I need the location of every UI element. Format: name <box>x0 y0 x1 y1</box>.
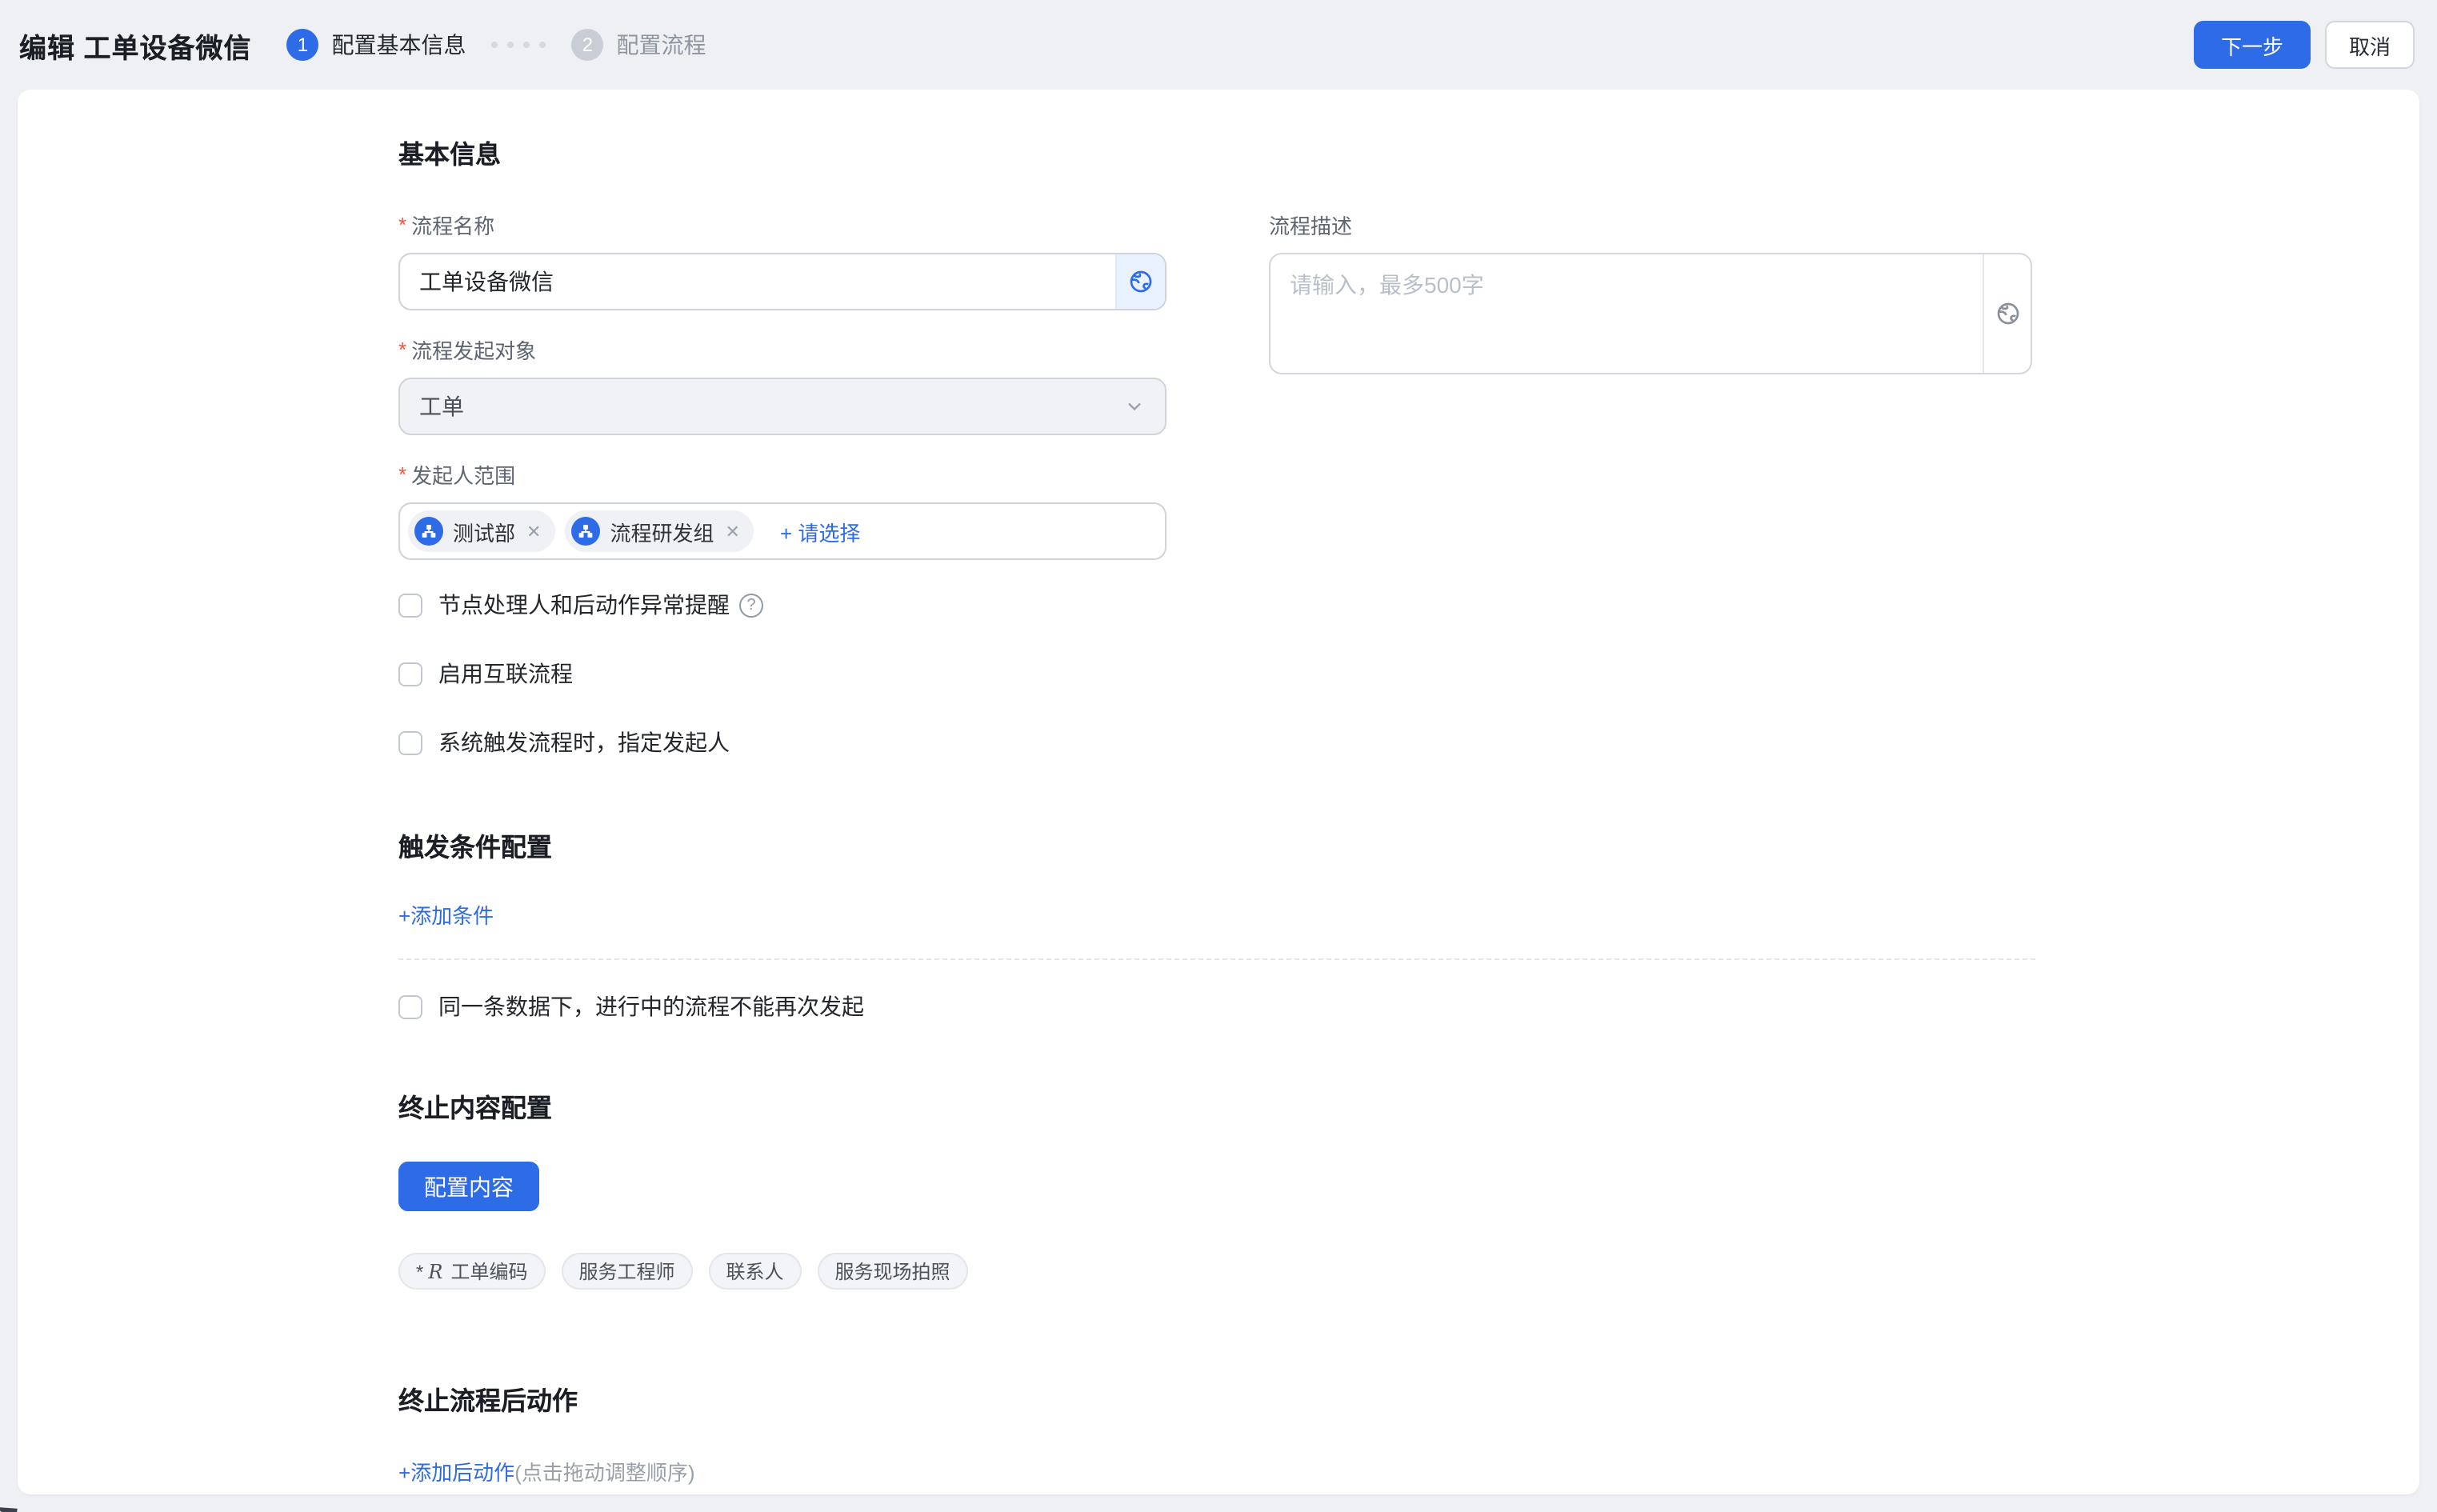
option-row: 同一条数据下，进行中的流程不能再次发起 <box>398 990 2035 1022</box>
initiator-object-select[interactable]: 工单 <box>398 378 1166 435</box>
process-name-field <box>398 253 1166 310</box>
section-title-post-actions: 终止流程后动作 <box>398 1379 2035 1418</box>
checkbox-no-duplicate-flow[interactable] <box>398 994 422 1018</box>
section-title-basic-info: 基本信息 <box>398 133 2035 171</box>
checkbox-exception-alert[interactable] <box>398 593 422 617</box>
step-1-label: 配置基本信息 <box>331 29 466 61</box>
process-description-label: 流程描述 <box>1269 210 2032 240</box>
required-mark: * <box>398 338 406 362</box>
step-1-circle: 1 <box>286 29 318 61</box>
option-label: 系统触发流程时，指定发起人 <box>438 726 730 758</box>
required-mark: * <box>398 213 406 237</box>
checkbox-system-trigger-initiator[interactable] <box>398 730 422 754</box>
dashed-divider <box>398 958 2035 960</box>
mouse-cursor <box>0 1498 23 1512</box>
option-row: 启用互联流程 <box>398 658 1166 690</box>
select-scope-link[interactable]: + 请选择 <box>780 516 860 546</box>
option-label: 节点处理人和后动作异常提醒 <box>438 589 730 621</box>
scope-tag: 流程研发组 ✕ <box>565 510 754 552</box>
option-row: 节点处理人和后动作异常提醒 ? <box>398 589 1166 621</box>
step-configure-flow[interactable]: 2 配置流程 <box>571 29 706 61</box>
process-description-field <box>1269 253 2032 374</box>
step-2-label: 配置流程 <box>616 29 706 61</box>
header-actions: 下一步 取消 <box>2194 21 2415 69</box>
top-header: 编辑 工单设备微信 1 配置基本信息 2 配置流程 下一步 取消 <box>0 0 2437 90</box>
remove-tag-icon[interactable]: ✕ <box>726 521 740 542</box>
translate-language-button[interactable] <box>1115 254 1165 309</box>
field-pill: 联系人 <box>709 1253 802 1290</box>
section-title-trigger-conditions: 触发条件配置 <box>398 826 2035 864</box>
step-basic-info[interactable]: 1 配置基本信息 <box>286 29 466 61</box>
scope-tag-name: 测试部 <box>453 516 515 546</box>
help-icon[interactable]: ? <box>739 593 763 617</box>
department-icon <box>571 517 600 546</box>
process-name-input[interactable] <box>400 254 1115 309</box>
remove-tag-icon[interactable]: ✕ <box>526 521 541 542</box>
option-row: 系统触发流程时，指定发起人 <box>398 726 1166 758</box>
cancel-button[interactable]: 取消 <box>2325 21 2415 69</box>
initiator-scope-label: * 发起人范围 <box>398 459 1166 490</box>
field-pill: 服务工程师 <box>561 1253 692 1290</box>
department-icon <box>414 517 443 546</box>
option-label: 同一条数据下，进行中的流程不能再次发起 <box>438 990 864 1022</box>
step-indicator: 1 配置基本信息 2 配置流程 <box>286 29 706 61</box>
chevron-down-icon <box>1123 395 1146 418</box>
page: 编辑 工单设备微信 1 配置基本信息 2 配置流程 下一步 取消 基本信息 <box>0 0 2437 1512</box>
process-name-label: * 流程名称 <box>398 210 1166 240</box>
checkbox-enable-linked-flow[interactable] <box>398 662 422 686</box>
field-pill: *R工单编码 <box>398 1253 545 1290</box>
main-card: 基本信息 * 流程名称 <box>18 90 2419 1494</box>
required-mark: * <box>398 462 406 486</box>
configure-content-button[interactable]: 配置内容 <box>398 1162 539 1211</box>
initiator-scope-field[interactable]: 测试部 ✕ <box>398 502 1166 560</box>
option-label: 启用互联流程 <box>438 658 573 690</box>
next-step-button[interactable]: 下一步 <box>2194 21 2311 69</box>
globe-icon <box>1995 301 2020 326</box>
step-connector-dots <box>491 42 546 48</box>
termination-field-list: *R工单编码 服务工程师 联系人 服务现场拍照 <box>398 1253 2035 1290</box>
initiator-object-label: * 流程发起对象 <box>398 334 1166 365</box>
add-condition-link[interactable]: +添加条件 <box>398 899 494 930</box>
scope-tag-name: 流程研发组 <box>610 516 714 546</box>
add-post-action-link[interactable]: +添加后动作 <box>398 1456 514 1486</box>
page-title: 编辑 工单设备微信 <box>19 25 251 65</box>
initiator-object-value: 工单 <box>419 390 464 422</box>
scope-tag: 测试部 ✕ <box>408 510 555 552</box>
section-title-termination-content: 终止内容配置 <box>398 1086 2035 1125</box>
add-post-action-hint: (点击拖动调整顺序) <box>514 1461 694 1485</box>
step-2-circle: 2 <box>571 29 603 61</box>
translate-language-button[interactable] <box>1983 254 2031 373</box>
process-description-input[interactable] <box>1271 254 1983 373</box>
globe-icon <box>1128 269 1154 294</box>
field-pill: 服务现场拍照 <box>818 1253 968 1290</box>
